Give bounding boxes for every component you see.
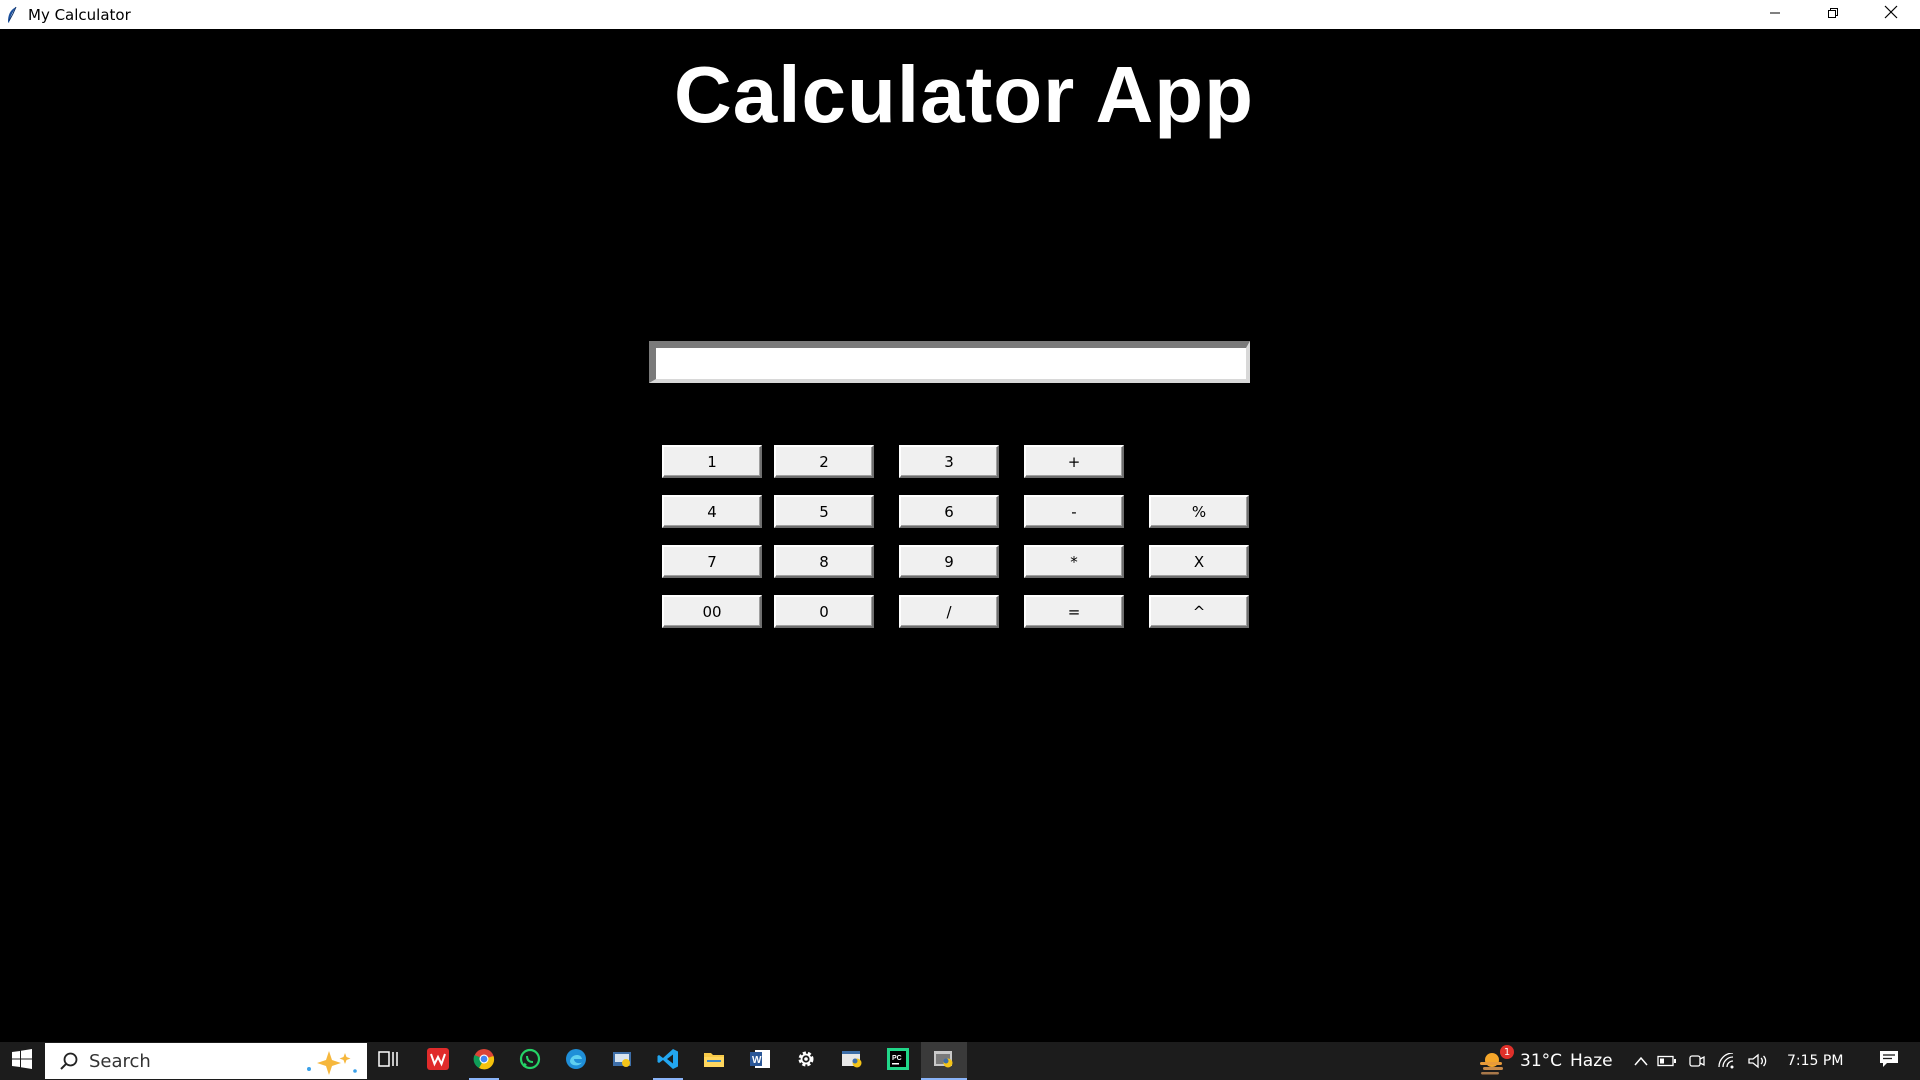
key-power[interactable]: ^ xyxy=(1149,595,1249,628)
key-2[interactable]: 2 xyxy=(774,445,874,478)
minimize-button[interactable] xyxy=(1746,0,1804,29)
weather-haze-icon: 1 xyxy=(1478,1045,1514,1075)
key-double-zero[interactable]: 00 xyxy=(662,595,762,628)
key-1[interactable]: 1 xyxy=(662,445,762,478)
window-title: My Calculator xyxy=(28,5,131,24)
taskbar: Search W PC 1 31°C Haze 7:15 PM xyxy=(0,1042,1920,1080)
wifi-icon[interactable] xyxy=(1712,1053,1742,1069)
word-icon: W xyxy=(749,1048,771,1075)
key-minus[interactable]: - xyxy=(1024,495,1124,528)
taskbar-app-explorer[interactable] xyxy=(691,1042,737,1080)
calculator-window: Calculator App 1 2 3 + 4 5 6 - % 7 8 9 *… xyxy=(0,29,1920,1042)
taskbar-search-box[interactable]: Search xyxy=(45,1043,367,1079)
clock-time: 7:15 PM xyxy=(1787,1053,1844,1069)
taskbar-app-whatsapp[interactable] xyxy=(507,1042,553,1080)
key-percent[interactable]: % xyxy=(1149,495,1249,528)
calculator-display xyxy=(649,341,1250,383)
key-equals[interactable]: = xyxy=(1024,595,1124,628)
display-input[interactable] xyxy=(656,348,1246,379)
taskbar-app-python-launcher[interactable] xyxy=(829,1042,875,1080)
notification-icon xyxy=(1879,1050,1899,1072)
taskbar-app-word[interactable]: W xyxy=(737,1042,783,1080)
python-idle-icon xyxy=(611,1048,633,1075)
wps-office-icon xyxy=(427,1047,449,1075)
key-8[interactable]: 8 xyxy=(774,545,874,578)
key-5[interactable]: 5 xyxy=(774,495,874,528)
search-icon xyxy=(59,1051,79,1071)
svg-text:W: W xyxy=(752,1055,762,1066)
close-icon xyxy=(1884,5,1898,24)
key-6[interactable]: 6 xyxy=(899,495,999,528)
python-launcher-icon xyxy=(841,1048,863,1075)
sparkle-icon xyxy=(301,1049,359,1080)
taskbar-app-python-idle[interactable] xyxy=(599,1042,645,1080)
weather-condition: Haze xyxy=(1570,1051,1613,1071)
taskbar-app-chrome[interactable] xyxy=(461,1042,507,1080)
close-button[interactable] xyxy=(1862,0,1920,29)
app-heading-text: Calculator App xyxy=(674,50,1254,139)
task-view-button[interactable] xyxy=(366,1042,412,1080)
key-0[interactable]: 0 xyxy=(774,595,874,628)
whatsapp-icon xyxy=(519,1048,541,1075)
weather-temperature: 31°C xyxy=(1520,1051,1563,1071)
settings-icon xyxy=(795,1048,817,1075)
file-explorer-icon xyxy=(703,1049,725,1074)
restore-button[interactable] xyxy=(1804,0,1862,29)
key-7[interactable]: 7 xyxy=(662,545,762,578)
pycharm-icon: PC xyxy=(887,1047,909,1075)
svg-text:PC: PC xyxy=(892,1055,902,1062)
key-multiply[interactable]: * xyxy=(1024,545,1124,578)
key-3[interactable]: 3 xyxy=(899,445,999,478)
start-button[interactable] xyxy=(0,1042,44,1080)
key-9[interactable]: 9 xyxy=(899,545,999,578)
windows-logo-icon xyxy=(12,1048,32,1074)
minimize-icon xyxy=(1769,6,1781,24)
taskbar-app-vscode[interactable] xyxy=(645,1042,691,1080)
python-app-icon xyxy=(933,1048,955,1075)
window-title-bar: My Calculator xyxy=(0,0,1920,29)
key-clear[interactable]: X xyxy=(1149,545,1249,578)
app-heading: Calculator App xyxy=(0,49,1920,141)
restore-icon xyxy=(1827,6,1839,24)
action-center-button[interactable] xyxy=(1866,1042,1912,1080)
tray-icons xyxy=(1630,1042,1772,1080)
vscode-icon xyxy=(657,1048,679,1075)
taskbar-app-settings[interactable] xyxy=(783,1042,829,1080)
taskbar-app-calculator-running[interactable] xyxy=(921,1042,967,1080)
chrome-icon xyxy=(473,1048,495,1075)
taskbar-app-wps[interactable] xyxy=(415,1042,461,1080)
key-plus[interactable]: + xyxy=(1024,445,1124,478)
feather-icon xyxy=(6,6,20,24)
search-placeholder: Search xyxy=(89,1050,151,1072)
battery-icon[interactable] xyxy=(1652,1055,1682,1067)
taskbar-app-pycharm[interactable]: PC xyxy=(875,1042,921,1080)
meet-now-icon[interactable] xyxy=(1682,1052,1712,1070)
weather-badge: 1 xyxy=(1500,1045,1514,1059)
edge-icon xyxy=(565,1048,587,1075)
taskbar-app-edge[interactable] xyxy=(553,1042,599,1080)
key-4[interactable]: 4 xyxy=(662,495,762,528)
clock[interactable]: 7:15 PM xyxy=(1787,1042,1843,1080)
task-view-icon xyxy=(378,1049,400,1074)
volume-icon[interactable] xyxy=(1742,1053,1772,1069)
key-divide[interactable]: / xyxy=(899,595,999,628)
chevron-up-icon[interactable] xyxy=(1630,1056,1652,1066)
weather-widget[interactable]: 1 31°C Haze xyxy=(1478,1042,1613,1080)
